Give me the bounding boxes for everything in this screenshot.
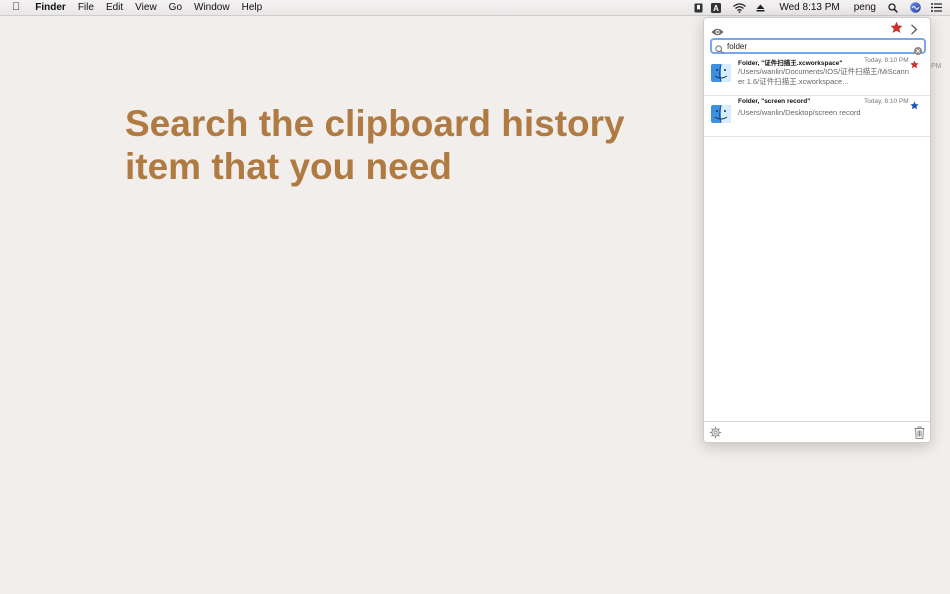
finder-folder-icon bbox=[710, 103, 732, 130]
panel-footer bbox=[704, 421, 930, 442]
item-path: /Users/wanlin/Desktop/screen record bbox=[738, 108, 861, 117]
eject-icon[interactable] bbox=[756, 0, 765, 15]
bookmark-icon[interactable] bbox=[694, 0, 703, 15]
notification-list-icon[interactable] bbox=[931, 0, 942, 15]
item-timestamp: Today, 8:10 PM bbox=[864, 98, 909, 105]
headline-line-1: Search the clipboard history bbox=[125, 103, 625, 144]
menu-go[interactable]: Go bbox=[169, 0, 182, 15]
wifi-icon[interactable] bbox=[733, 0, 747, 15]
menu-user[interactable]: peng bbox=[854, 0, 876, 15]
clipboard-list: Folder, "证件扫描王.xcworkspace" Today, 8:10 … bbox=[704, 55, 930, 137]
siri-icon[interactable] bbox=[910, 0, 921, 15]
keyboard-input-icon[interactable]: A bbox=[711, 0, 722, 15]
menu-app-finder[interactable]: Finder bbox=[35, 0, 66, 15]
trash-icon[interactable] bbox=[914, 426, 925, 442]
list-item[interactable]: Folder, "screen record" Today, 8:10 PM /… bbox=[704, 96, 930, 137]
menu-view[interactable]: View bbox=[135, 0, 157, 15]
headline: Search the clipboard history item that y… bbox=[125, 102, 665, 188]
menu-clock[interactable]: Wed 8:13 PM bbox=[779, 0, 839, 15]
search-input[interactable] bbox=[727, 40, 907, 52]
spotlight-icon[interactable] bbox=[888, 0, 898, 15]
menu-bar:  Finder File Edit View Go Window Help A… bbox=[0, 0, 950, 16]
item-title: Folder, "证件扫描王.xcworkspace" bbox=[738, 60, 843, 67]
favorite-star-icon[interactable] bbox=[910, 97, 919, 115]
list-item[interactable]: Folder, "证件扫描王.xcworkspace" Today, 8:10 … bbox=[704, 55, 930, 96]
svg-text:A: A bbox=[713, 4, 719, 13]
panel-toolbar bbox=[704, 18, 930, 38]
menu-file[interactable]: File bbox=[78, 0, 94, 15]
menu-edit[interactable]: Edit bbox=[106, 0, 123, 15]
gear-icon[interactable] bbox=[709, 426, 722, 442]
search-field[interactable] bbox=[710, 38, 926, 55]
menu-window[interactable]: Window bbox=[194, 0, 230, 15]
clipboard-panel: Folder, "证件扫描王.xcworkspace" Today, 8:10 … bbox=[703, 17, 931, 443]
favorites-star-icon[interactable] bbox=[890, 21, 903, 39]
menu-help[interactable]: Help bbox=[242, 0, 263, 15]
item-timestamp: Today, 8:10 PM bbox=[864, 57, 909, 64]
item-path: /Users/wanlin/Documents/IOS/证件扫描王/MiScan… bbox=[738, 67, 909, 86]
finder-folder-icon bbox=[710, 62, 732, 89]
headline-line-2: item that you need bbox=[125, 146, 452, 187]
item-title: Folder, "screen record" bbox=[738, 98, 811, 105]
favorite-star-icon[interactable] bbox=[910, 56, 919, 74]
apple-icon[interactable]:  bbox=[12, 0, 20, 15]
background-window-text: PM bbox=[931, 63, 942, 70]
